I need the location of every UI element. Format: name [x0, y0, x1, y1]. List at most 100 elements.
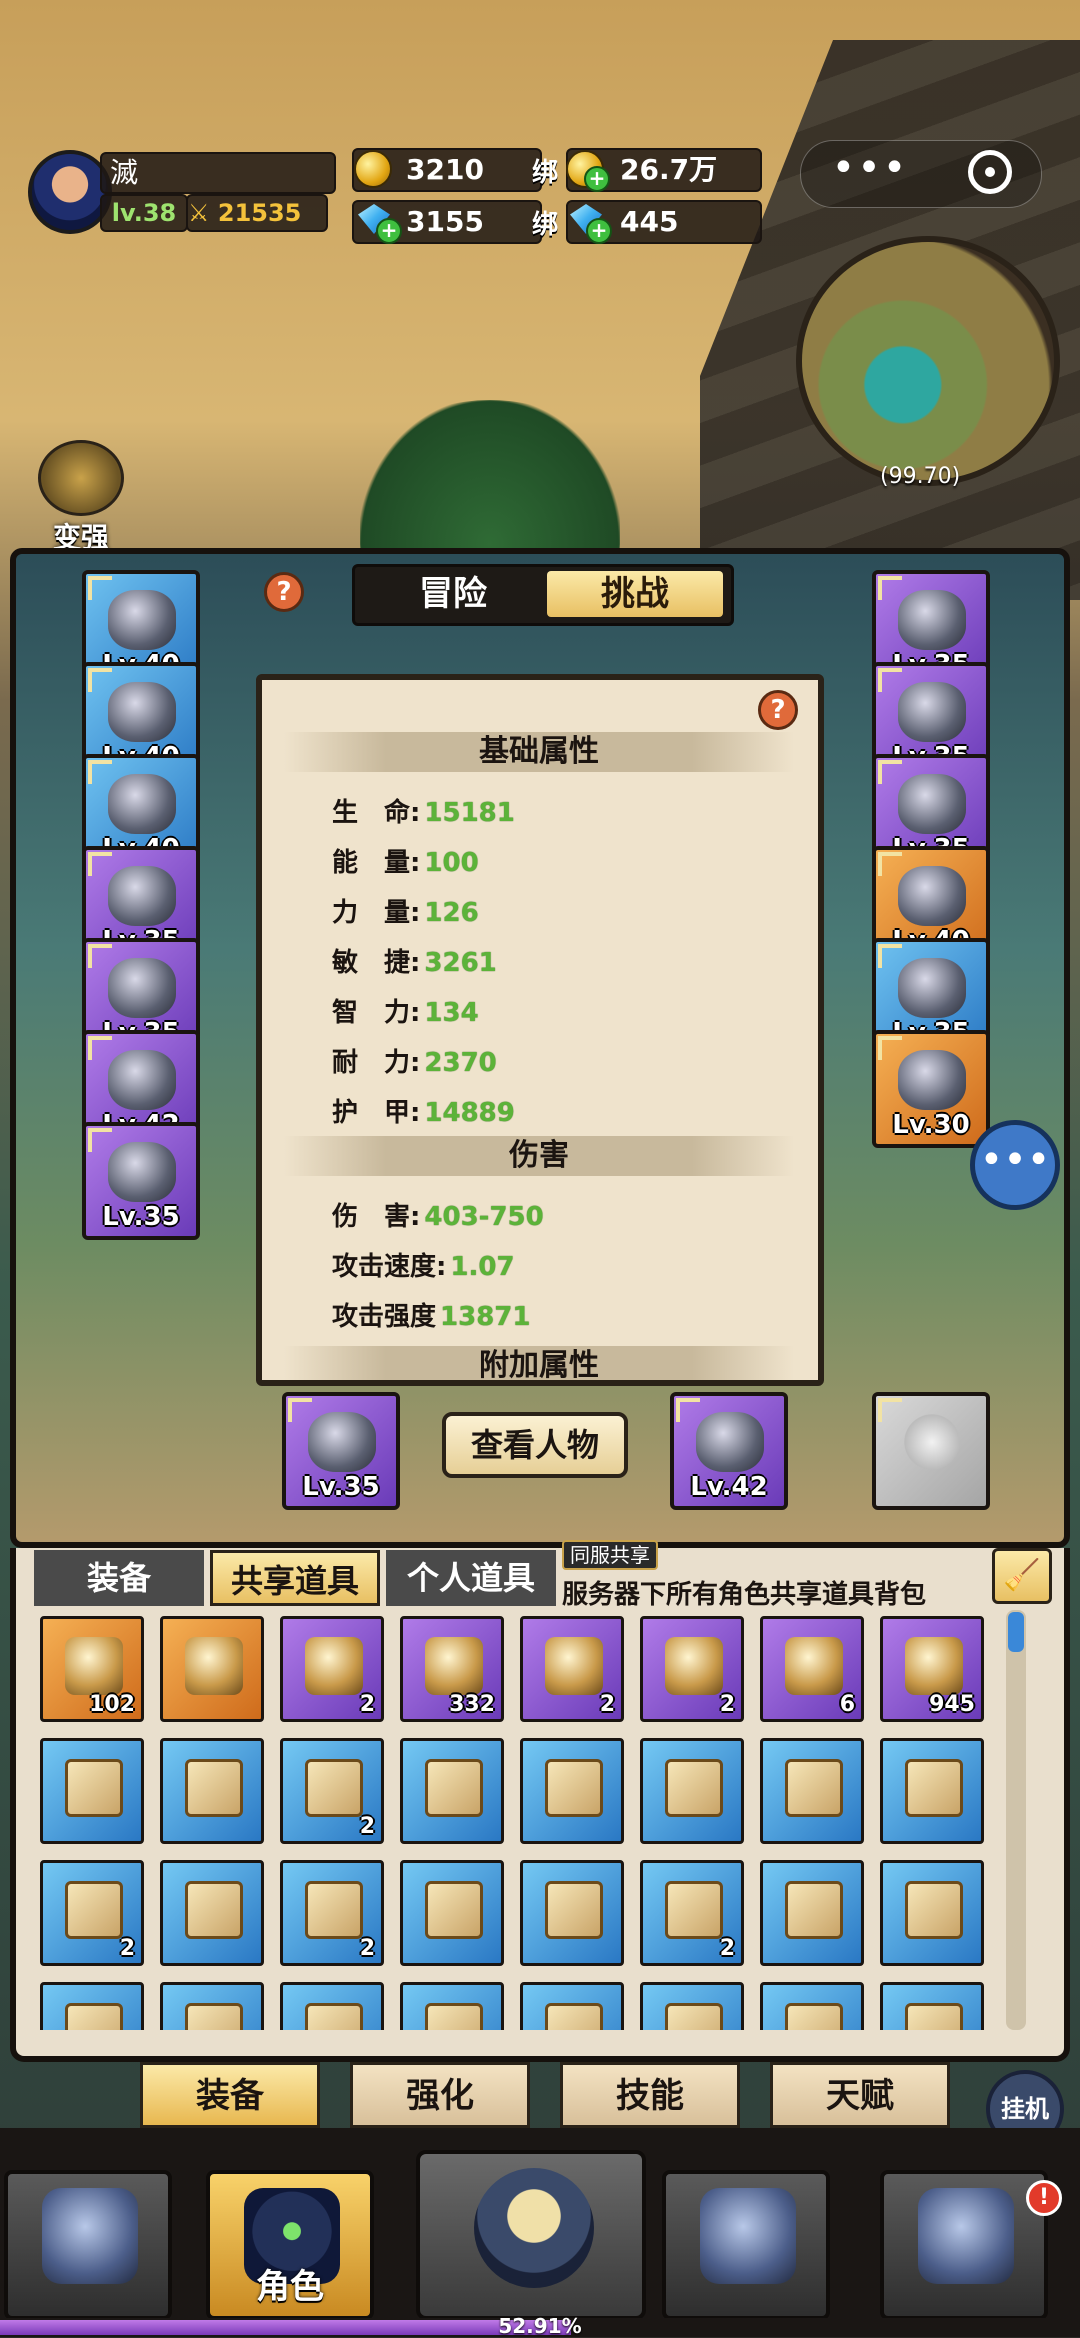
slot-level: Lv.35 — [302, 1472, 380, 1502]
stat-value: 2370 — [424, 1048, 497, 1078]
add-diamond-icon[interactable]: + — [376, 218, 402, 244]
bag-item[interactable] — [160, 1860, 264, 1966]
bag-item[interactable]: 2 — [640, 1616, 744, 1722]
blue-ore-icon — [905, 1637, 963, 1695]
slot-corner-mark — [878, 944, 902, 968]
rock-eye-icon — [42, 2188, 138, 2284]
item-count: 2 — [719, 1692, 735, 1717]
stats-panel: 基础属性 生 命: 15181 能 量: 100 力 量: 126 敏 捷: 3261 智 力:… — [256, 674, 824, 1386]
clover-coin-icon — [785, 1637, 843, 1695]
stat-row: 耐 力: 2370 — [332, 1042, 497, 1079]
nav-guild[interactable] — [662, 2170, 830, 2320]
view-character-button[interactable]: 查看人物 — [442, 1412, 628, 1478]
bag-item[interactable] — [760, 1982, 864, 2030]
bag-item[interactable] — [400, 1982, 504, 2030]
bag-item[interactable]: 102 — [40, 1616, 144, 1722]
slot-corner-mark — [288, 1398, 312, 1422]
slot-corner-mark — [88, 852, 112, 876]
chat-icon[interactable]: ••• — [970, 1120, 1060, 1210]
bag-item[interactable] — [280, 1982, 384, 2030]
bag-item[interactable] — [520, 1860, 624, 1966]
damage-title: 伤害 — [284, 1136, 794, 1176]
bag-item[interactable]: 2 — [280, 1860, 384, 1966]
equipment-slot[interactable]: Lv.35 — [82, 1122, 200, 1240]
bag-item[interactable] — [880, 1860, 984, 1966]
stat-label: 耐 力: — [332, 1048, 421, 1078]
slot-corner-mark — [878, 760, 902, 784]
gold-coin-icon — [354, 150, 392, 188]
bag-item[interactable] — [160, 1982, 264, 2030]
bag-item[interactable] — [400, 1738, 504, 1844]
bag-item[interactable] — [400, 1860, 504, 1966]
add-bound-gold-icon[interactable]: + — [584, 166, 610, 192]
bag-item[interactable] — [760, 1738, 864, 1844]
bag-item[interactable] — [40, 1982, 144, 2030]
tab-challenge[interactable]: 挑战 — [547, 571, 723, 617]
bound-diamond-label: 绑 — [532, 210, 559, 240]
more-menu-button[interactable]: ••• — [830, 140, 910, 206]
bag-item[interactable]: 6 — [760, 1616, 864, 1722]
minimap[interactable] — [796, 236, 1060, 486]
nav-castle[interactable] — [880, 2170, 1048, 2320]
gear-ring-icon — [898, 958, 966, 1018]
sun-scroll-icon — [305, 1637, 363, 1695]
slot-corner-mark — [88, 760, 112, 784]
bag-item[interactable] — [520, 1738, 624, 1844]
bag-scrollbar[interactable] — [1006, 1610, 1026, 2030]
nav-battle[interactable] — [416, 2150, 646, 2320]
help-icon[interactable]: ? — [264, 572, 304, 612]
stat-row: 攻击强度 13871 — [332, 1296, 530, 1333]
empty-slot-icon — [898, 1412, 966, 1472]
subtab-enhance[interactable]: 强化 — [350, 2062, 530, 2128]
equipment-slot[interactable]: Lv.42 — [670, 1392, 788, 1510]
stat-value: 1.07 — [450, 1252, 515, 1282]
bag-scroll-thumb[interactable] — [1008, 1612, 1024, 1652]
bag-item[interactable]: 2 — [640, 1860, 744, 1966]
stats-help-icon[interactable]: ? — [758, 690, 798, 730]
bag-item[interactable] — [40, 1738, 144, 1844]
bag-tab-shared-items[interactable]: 共享道具 — [210, 1550, 380, 1606]
bag-tab-equipment[interactable]: 装备 — [34, 1550, 204, 1606]
bracer-scroll-icon — [65, 1759, 123, 1817]
bag-item[interactable]: 2 — [280, 1738, 384, 1844]
bag-item[interactable]: 2 — [40, 1860, 144, 1966]
exit-miniprogram-icon[interactable] — [968, 150, 1012, 194]
xp-percent: 52.91% — [498, 2314, 582, 2338]
bag-item[interactable] — [880, 1982, 984, 2030]
equipment-slot[interactable] — [872, 1392, 990, 1510]
bag-item[interactable]: 945 — [880, 1616, 984, 1722]
subtab-skills[interactable]: 技能 — [560, 2062, 740, 2128]
bag-tab-personal-items[interactable]: 个人道具 — [386, 1550, 556, 1606]
bag-item[interactable] — [640, 1738, 744, 1844]
stat-value: 403-750 — [424, 1202, 544, 1232]
bag-item[interactable] — [520, 1982, 624, 2030]
bag-item[interactable] — [640, 1982, 744, 2030]
stat-value: 3261 — [424, 948, 497, 978]
stat-value: 100 — [424, 848, 479, 878]
slot-corner-mark — [88, 576, 112, 600]
equipment-slot[interactable]: Lv.35 — [282, 1392, 400, 1510]
add-bound-diamond-icon[interactable]: + — [586, 218, 612, 244]
bag-item[interactable] — [880, 1738, 984, 1844]
sort-bag-button[interactable]: 🧹 — [992, 1548, 1052, 1604]
cloak-icon — [108, 958, 176, 1018]
bag-description: 服务器下所有角色共享道具背包 — [562, 1580, 927, 1610]
guild-gate-icon — [700, 2188, 796, 2284]
subtab-equipment[interactable]: 装备 — [140, 2062, 320, 2128]
bag-item[interactable]: 2 — [520, 1616, 624, 1722]
bag-item[interactable] — [160, 1738, 264, 1844]
gauntlet-icon — [108, 1142, 176, 1202]
bag-item[interactable]: 2 — [280, 1616, 384, 1722]
item-count: 2 — [719, 1936, 735, 1961]
mode-tabs: 冒险 挑战 — [352, 564, 734, 626]
nav-character[interactable]: 角色 — [206, 2170, 374, 2320]
bag-item[interactable]: 332 — [400, 1616, 504, 1722]
bag-item[interactable] — [160, 1616, 264, 1722]
bound-gold-value: 26.7万 — [620, 153, 718, 186]
bag-item[interactable] — [760, 1860, 864, 1966]
nav-home[interactable] — [4, 2170, 172, 2320]
equipment-slot[interactable]: Lv.30 — [872, 1030, 990, 1148]
strengthen-button[interactable]: 变强 — [36, 440, 126, 554]
tab-adventure[interactable]: 冒险 — [363, 571, 543, 617]
subtab-talents[interactable]: 天赋 — [770, 2062, 950, 2128]
